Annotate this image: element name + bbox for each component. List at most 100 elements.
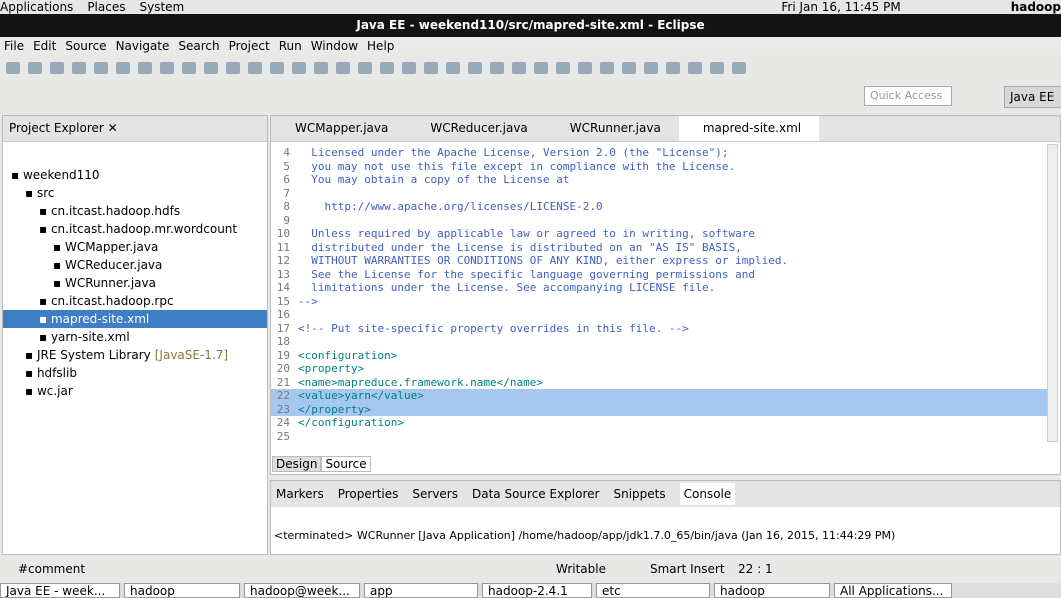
tree-item[interactable]: ▪ cn.itcast.hadoop.rpc xyxy=(3,292,267,310)
quick-access-input[interactable]: Quick Access xyxy=(864,86,952,106)
code-line: 7 xyxy=(271,187,1047,201)
editor-tab[interactable]: WCReducer.java xyxy=(406,116,545,141)
view-tab-servers[interactable]: Servers xyxy=(412,487,458,501)
taskbar-item[interactable]: All Applications... xyxy=(834,583,952,598)
toolbar-button-icon[interactable] xyxy=(248,62,262,74)
menu-source[interactable]: Source xyxy=(65,39,106,53)
status-writable: Writable xyxy=(556,562,606,576)
toolbar-button-icon[interactable] xyxy=(578,62,592,74)
menu-file[interactable]: File xyxy=(4,39,24,53)
code-line: 11 distributed under the License is dist… xyxy=(271,241,1047,255)
tree-item[interactable]: ▪ yarn-site.xml xyxy=(3,328,267,346)
clock[interactable]: Fri Jan 16, 11:45 PM xyxy=(781,0,900,14)
toolbar-button-icon[interactable] xyxy=(512,62,526,74)
toolbar-button-icon[interactable] xyxy=(644,62,658,74)
toolbar-button-icon[interactable] xyxy=(402,62,416,74)
toolbar-button-icon[interactable] xyxy=(28,62,42,74)
panel-menu-places[interactable]: Places xyxy=(87,0,125,14)
toolbar-button-icon[interactable] xyxy=(358,62,372,74)
tree-item-label: WCReducer.java xyxy=(64,258,163,272)
taskbar-item[interactable]: hadoop@week... xyxy=(244,583,360,598)
toolbar-button-icon[interactable] xyxy=(72,62,86,74)
taskbar-item[interactable]: Java EE - week... xyxy=(0,583,120,598)
tab-source[interactable]: Source xyxy=(321,456,371,472)
tab-design[interactable]: Design xyxy=(272,456,322,472)
line-number: 7 xyxy=(283,186,290,200)
tree-item[interactable]: ▪ WCRunner.java xyxy=(3,274,267,292)
toolbar-button-icon[interactable] xyxy=(336,62,350,74)
menu-edit[interactable]: Edit xyxy=(33,39,56,53)
toolbar-button-icon[interactable] xyxy=(94,62,108,74)
toolbar-button-icon[interactable] xyxy=(204,62,218,74)
toolbar-button-icon[interactable] xyxy=(490,62,504,74)
tree-item-label: src xyxy=(36,186,55,200)
toolbar-button-icon[interactable] xyxy=(534,62,548,74)
menu-help[interactable]: Help xyxy=(367,39,394,53)
editor-tab[interactable]: WCMapper.java xyxy=(271,116,406,141)
taskbar-item[interactable]: app xyxy=(364,583,478,598)
vertical-scrollbar[interactable] xyxy=(1047,144,1058,442)
toolbar-button-icon[interactable] xyxy=(600,62,614,74)
tree-item[interactable]: ▪ weekend110 xyxy=(3,166,267,184)
tree-item-label: cn.itcast.hadoop.hdfs xyxy=(50,204,181,218)
code-line: 22 <value>yarn</value> xyxy=(271,389,1047,403)
tree-item[interactable]: ▪ cn.itcast.hadoop.hdfs xyxy=(3,202,267,220)
user-menu[interactable]: hadoop xyxy=(1011,0,1061,14)
toolbar-button-icon[interactable] xyxy=(138,62,152,74)
toolbar-button-icon[interactable] xyxy=(292,62,306,74)
view-tab-data-source-explorer[interactable]: Data Source Explorer xyxy=(472,487,599,501)
toolbar-button-icon[interactable] xyxy=(622,62,636,74)
jar-icon: ▪ xyxy=(25,384,37,398)
tree-item[interactable]: ▪ src xyxy=(3,184,267,202)
toolbar-button-icon[interactable] xyxy=(314,62,328,74)
toolbar-button-icon[interactable] xyxy=(380,62,394,74)
line-text: you may not use this file except in comp… xyxy=(298,159,736,173)
menu-navigate[interactable]: Navigate xyxy=(116,39,170,53)
menu-project[interactable]: Project xyxy=(229,39,270,53)
taskbar-item[interactable]: etc xyxy=(596,583,710,598)
view-tab-markers[interactable]: Markers xyxy=(276,487,324,501)
toolbar-button-icon[interactable] xyxy=(116,62,130,74)
view-tab-console[interactable]: Console xyxy=(679,483,736,505)
menu-search[interactable]: Search xyxy=(178,39,219,53)
toolbar-button-icon[interactable] xyxy=(732,62,746,74)
toolbar-button-icon[interactable] xyxy=(710,62,724,74)
toolbar-button-icon[interactable] xyxy=(226,62,240,74)
code-area[interactable]: 4 Licensed under the Apache License, Ver… xyxy=(271,146,1047,443)
tree-item-label: yarn-site.xml xyxy=(50,330,130,344)
taskbar-item[interactable]: hadoop-2.4.1 xyxy=(482,583,592,598)
toolbar-button-icon[interactable] xyxy=(6,62,20,74)
editor: WCMapper.java WCReducer.java WCRunner.java… xyxy=(270,115,1061,475)
tree-item[interactable]: ▪ WCReducer.java xyxy=(3,256,267,274)
view-tab-snippets[interactable]: Snippets xyxy=(613,487,665,501)
toolbar-button-icon[interactable] xyxy=(182,62,196,74)
console-panel: Markers Properties Servers Data Source Expl… xyxy=(270,480,1061,555)
toolbar-button-icon[interactable] xyxy=(556,62,570,74)
toolbar-button-icon[interactable] xyxy=(688,62,702,74)
toolbar-button-icon[interactable] xyxy=(446,62,460,74)
taskbar-item[interactable]: hadoop xyxy=(124,583,240,598)
toolbar-button-icon[interactable] xyxy=(424,62,438,74)
toolbar-button-icon[interactable] xyxy=(666,62,680,74)
line-number: 18 xyxy=(276,335,290,348)
tree-item[interactable]: ▪ mapred-site.xml xyxy=(3,310,267,328)
tree-item[interactable]: ▪ JRE System Library [JavaSE-1.7] xyxy=(3,346,267,364)
taskbar-item[interactable]: hadoop xyxy=(714,583,830,598)
console-output: <terminated> WCRunner [Java Application]… xyxy=(274,529,896,542)
perspective-java-ee[interactable]: Java EE xyxy=(1004,86,1061,108)
menu-window[interactable]: Window xyxy=(311,39,358,53)
editor-tab[interactable]: WCRunner.java xyxy=(546,116,679,141)
panel-menu-system[interactable]: System xyxy=(139,0,184,14)
tree-item[interactable]: ▪ WCMapper.java xyxy=(3,238,267,256)
toolbar-button-icon[interactable] xyxy=(50,62,64,74)
toolbar-button-icon[interactable] xyxy=(270,62,284,74)
menu-run[interactable]: Run xyxy=(279,39,302,53)
editor-tab[interactable]: mapred-site.xml xyxy=(678,116,820,141)
tree-item[interactable]: ▪ hdfslib xyxy=(3,364,267,382)
view-tab-properties[interactable]: Properties xyxy=(338,487,399,501)
toolbar-button-icon[interactable] xyxy=(160,62,174,74)
tree-item[interactable]: ▪ cn.itcast.hadoop.mr.wordcount xyxy=(3,220,267,238)
tree-item[interactable]: ▪ wc.jar xyxy=(3,382,267,400)
toolbar-button-icon[interactable] xyxy=(468,62,482,74)
panel-menu-applications[interactable]: Applications xyxy=(0,0,73,14)
